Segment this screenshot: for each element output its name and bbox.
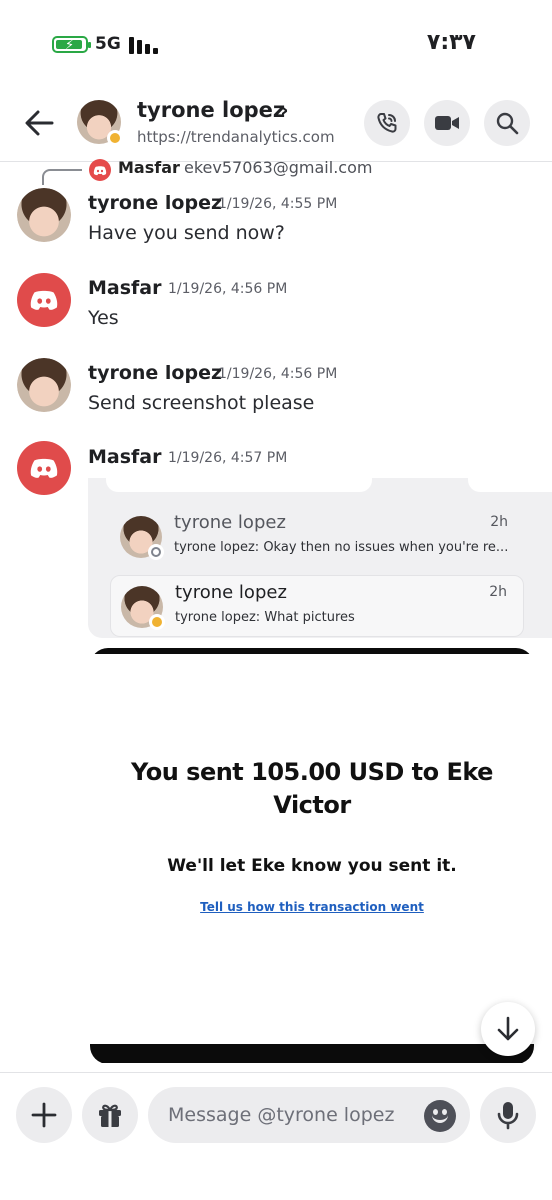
battery-charging-icon: ⚡ bbox=[52, 36, 91, 53]
add-attachment-button[interactable] bbox=[16, 1087, 72, 1143]
dm-row: tyrone lopez 2h tyrone lopez: Okay then … bbox=[110, 506, 524, 568]
offline-status-icon bbox=[148, 544, 164, 560]
dm-name: tyrone lopez bbox=[175, 582, 287, 603]
header-avatar[interactable] bbox=[77, 100, 123, 146]
dm-list-preview: tyrone lopez 2h tyrone lopez: Okay then … bbox=[88, 478, 552, 638]
chevron-right-icon[interactable]: › bbox=[280, 98, 289, 122]
idle-status-icon bbox=[107, 130, 123, 146]
clock: ۷:۳۷ bbox=[426, 30, 476, 55]
message-avatar[interactable] bbox=[17, 441, 71, 495]
dm-time: 2h bbox=[490, 514, 508, 530]
idle-status-icon bbox=[149, 614, 165, 630]
message-timestamp: 1/19/26, 4:57 PM bbox=[168, 450, 288, 466]
voice-message-button[interactable] bbox=[480, 1087, 536, 1143]
feedback-link: Tell us how this transaction went bbox=[200, 900, 424, 914]
message-avatar[interactable] bbox=[17, 188, 71, 242]
video-call-button[interactable] bbox=[424, 100, 470, 146]
reply-connector bbox=[42, 169, 82, 185]
reply-avatar bbox=[89, 159, 111, 181]
contact-name[interactable]: tyrone lopez bbox=[137, 98, 285, 122]
payment-subtitle: We'll let Eke know you sent it. bbox=[167, 856, 457, 876]
arrow-down-icon bbox=[497, 1016, 519, 1041]
video-camera-icon bbox=[435, 116, 459, 130]
dm-name: tyrone lopez bbox=[174, 512, 286, 533]
message-timestamp: 1/19/26, 4:56 PM bbox=[218, 366, 338, 382]
phone-icon bbox=[377, 113, 397, 133]
message-author[interactable]: Masfar bbox=[88, 446, 162, 468]
discord-logo-icon bbox=[93, 165, 107, 175]
network-type: 5G bbox=[95, 34, 121, 54]
image-attachment[interactable]: tyrone lopez 2h tyrone lopez: Okay then … bbox=[88, 478, 552, 1063]
message-avatar[interactable] bbox=[17, 273, 71, 327]
back-arrow-icon[interactable] bbox=[22, 106, 56, 140]
microphone-icon bbox=[497, 1102, 519, 1130]
gift-button[interactable] bbox=[82, 1087, 138, 1143]
discord-logo-icon bbox=[30, 290, 58, 310]
message-author[interactable]: tyrone lopez bbox=[88, 192, 222, 214]
voice-call-button[interactable] bbox=[364, 100, 410, 146]
message-avatar[interactable] bbox=[17, 358, 71, 412]
dm-preview: tyrone lopez: What pictures bbox=[175, 610, 355, 625]
message-text: Have you send now? bbox=[88, 222, 285, 244]
message-author[interactable]: Masfar bbox=[88, 277, 162, 299]
plus-icon bbox=[31, 1102, 57, 1128]
search-button[interactable] bbox=[484, 100, 530, 146]
dm-preview: tyrone lopez: Okay then no issues when y… bbox=[174, 540, 509, 555]
payment-confirmation bbox=[88, 654, 552, 1050]
signal-icon bbox=[129, 36, 159, 54]
dm-time: 2h bbox=[489, 584, 507, 600]
payment-title: You sent 105.00 USD to Eke Victor bbox=[131, 758, 493, 819]
chat-header: tyrone lopez › https://trendanalytics.co… bbox=[0, 90, 552, 162]
jump-to-latest-button[interactable] bbox=[481, 1002, 535, 1056]
gift-icon bbox=[99, 1104, 121, 1127]
emoji-icon[interactable] bbox=[424, 1100, 456, 1132]
message-timestamp: 1/19/26, 4:55 PM bbox=[218, 196, 338, 212]
dm-row: tyrone lopez 2h tyrone lopez: What pictu… bbox=[110, 575, 524, 637]
discord-logo-icon bbox=[30, 458, 58, 478]
message-input[interactable] bbox=[148, 1087, 470, 1143]
screenshot-frame-bottom bbox=[90, 1044, 534, 1063]
message-timestamp: 1/19/26, 4:56 PM bbox=[168, 281, 288, 297]
contact-subtitle: https://trendanalytics.com bbox=[137, 128, 335, 146]
reply-snippet[interactable]: ekev57063@gmail.com bbox=[184, 158, 372, 177]
search-icon bbox=[496, 112, 519, 135]
status-bar: ⚡ 5G ۷:۳۷ bbox=[0, 0, 552, 90]
reply-author[interactable]: Masfar bbox=[118, 158, 180, 177]
message-author[interactable]: tyrone lopez bbox=[88, 362, 222, 384]
message-text: Yes bbox=[88, 307, 119, 329]
message-text: Send screenshot please bbox=[88, 392, 315, 414]
message-composer bbox=[0, 1072, 552, 1200]
